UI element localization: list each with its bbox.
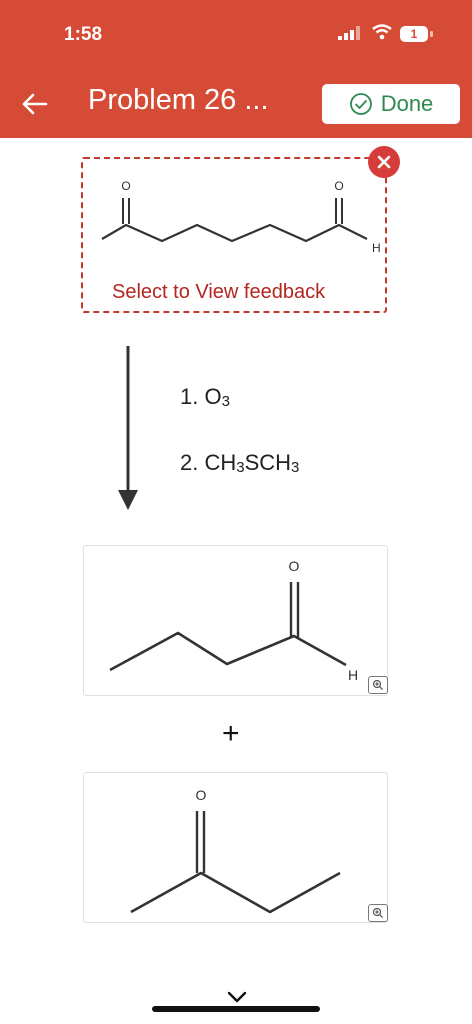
product-molecule-1: O H bbox=[109, 558, 358, 683]
product-1-atom-h: H bbox=[348, 667, 358, 683]
signal-icon bbox=[338, 26, 360, 40]
reagent-2-sub-1: 3 bbox=[236, 459, 245, 476]
done-button[interactable]: Done bbox=[322, 84, 460, 124]
reaction-arrow bbox=[118, 346, 138, 510]
check-circle-icon bbox=[349, 93, 372, 115]
close-icon bbox=[377, 155, 391, 169]
product-molecule-2: O bbox=[130, 787, 341, 914]
magnifier-plus-icon bbox=[372, 679, 384, 691]
page-title: Problem 26 ... bbox=[88, 84, 269, 116]
plus-sign: + bbox=[222, 717, 240, 750]
feedback-link[interactable]: Select to View feedback bbox=[112, 281, 325, 304]
reagent-2-sub-2: 3 bbox=[291, 459, 300, 476]
reagent-2-num: 2. bbox=[180, 450, 205, 475]
answer-molecule: O O H bbox=[101, 179, 381, 255]
arrow-left-icon bbox=[22, 93, 48, 115]
answer-atom-o-left: O bbox=[121, 179, 130, 193]
reagent-2-part-2: SCH bbox=[244, 450, 292, 475]
battery-icon: 1 bbox=[400, 26, 428, 42]
magnifier-plus-icon bbox=[372, 907, 384, 919]
product-2-atom-o: O bbox=[196, 787, 207, 803]
app-header: 1:58 1 Problem 26 ... Done bbox=[0, 0, 472, 138]
chevron-down-icon[interactable] bbox=[226, 990, 248, 1004]
answer-atom-o-right: O bbox=[334, 179, 343, 193]
done-label: Done bbox=[380, 91, 434, 116]
back-button[interactable] bbox=[20, 86, 52, 122]
reagent-1-subscript: 3 bbox=[221, 393, 230, 410]
wifi-icon bbox=[372, 24, 392, 40]
reagent-1-num: 1. bbox=[180, 384, 205, 409]
product-1-atom-o: O bbox=[289, 558, 300, 574]
reagent-step-1: 1. O3 bbox=[180, 384, 230, 410]
reagent-step-2: 2. CH3SCH3 bbox=[180, 450, 299, 476]
zoom-icon[interactable] bbox=[368, 676, 388, 694]
reagent-2-part-1: CH bbox=[204, 450, 237, 475]
reagent-1-formula: O bbox=[204, 384, 222, 409]
zoom-icon[interactable] bbox=[368, 904, 388, 922]
battery-tip bbox=[430, 31, 433, 37]
answer-atom-h: H bbox=[372, 241, 381, 255]
status-time: 1:58 bbox=[64, 24, 103, 45]
home-indicator[interactable] bbox=[152, 1006, 320, 1012]
